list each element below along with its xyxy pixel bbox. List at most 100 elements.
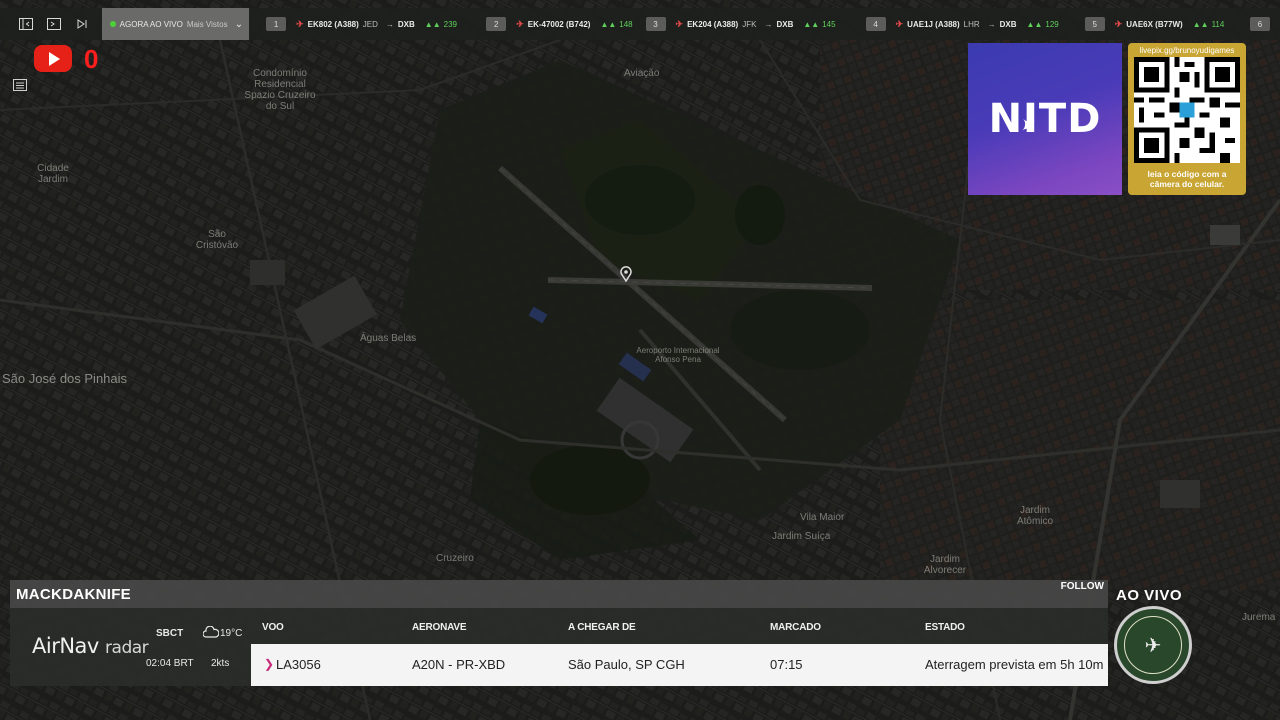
map-label: Águas Belas [360,333,417,344]
route-from: JED [362,19,378,29]
flight-id: EK204 (A388) [687,19,739,29]
top-flight-5[interactable]: 5 ✈ UAE6X (B77W) ▲▲ 114 [1084,8,1250,40]
airport-time: 02:04 BRT [146,658,194,669]
chevron-down-icon: ⌄ [234,18,244,30]
flight-rank: 4 [865,17,886,31]
flight-id: EK-47002 (B742) [527,19,591,29]
route-to: DXB [397,19,415,29]
window-icon[interactable] [40,8,68,40]
map-label: Aeroporto Internacional Afonso Pena [636,346,720,364]
brand-main: AirNav [32,634,99,658]
col-scheduled: MARCADO [770,622,821,633]
airport-temp: 19°C [220,628,243,639]
channel-badge-icon: ✈ [1114,606,1192,684]
live-filter-select[interactable]: AGORA AO VIVO Mais Vistos ⌄ [101,8,250,40]
live-indicator: AO VIVO [1116,587,1183,604]
viewers-icon: ▲▲ [1192,19,1209,29]
col-flight: VOO [262,622,284,633]
flight-id: UAE1J (A388) [907,19,960,29]
airplane-icon: ✈ [895,18,904,29]
flight-row[interactable]: ❯ LA3056 A20N - PR-XBD São Paulo, SP CGH… [251,644,1108,686]
airplane-icon: ✈ [296,18,304,29]
stream-screen: Condomínio Residencial Spazio Cruzeiro d… [0,0,1280,720]
route-to: DXB [776,19,794,29]
brand-sub: radar [105,638,149,658]
viewer-count: 129 [1045,19,1059,29]
airplane-icon: ✈ [1114,18,1123,29]
viewers-icon: ▲▲ [1026,19,1043,29]
col-aircraft: AERONAVE [412,622,467,633]
nitd-logo: NITD ✦ [968,43,1122,195]
map-label: São Cristóvão [195,229,239,251]
route-from: JFK [742,19,757,29]
live-label: AGORA AO VIVO [119,19,183,29]
row-aircraft: A20N - PR-XBD [412,657,506,672]
viewer-count: 148 [619,19,633,29]
list-icon[interactable] [13,78,27,94]
airport-wind: 2kts [211,658,230,669]
route-from: LHR [963,19,980,29]
panel-body: AirNav radar SBCT 02:04 BRT 19°C 2kts VO… [10,608,1108,686]
youtube-count: 0 [84,44,99,74]
top-flight-3[interactable]: 3 ✈ EK204 (A388) JFK → DXB ▲▲ 145 [645,8,866,40]
map-label: Jardim Atômico [1016,505,1054,527]
map-label: Jardim Alvorecer [923,554,967,576]
live-sub-label: Mais Vistos [186,19,228,29]
top-flight-6[interactable]: 6 [1250,8,1280,40]
flight-rank: 6 [1250,17,1271,31]
viewers-icon: ▲▲ [600,19,617,29]
airplane-icon: ✈ [1124,616,1182,674]
row-flight: LA3056 [276,657,321,672]
qr-donation-card[interactable]: livepix.gg/brunoyudigames leia o código … [1128,43,1246,195]
row-scheduled: 07:15 [770,657,803,672]
panel-header: MACKDAKNIFE FOLLOW [10,580,1108,608]
skip-next-icon[interactable] [68,8,96,40]
airnav-radar-logo: AirNav radar [32,634,149,658]
map-label: Aviação [624,68,660,79]
row-status: Aterragem prevista em 5h 10m [925,657,1104,672]
col-origin: A CHEGAR DE [568,622,636,633]
viewer-count: 239 [443,19,457,29]
airline-icon: ❯ [264,657,275,671]
map-label: Cidade Jardim [37,163,69,185]
map-label: Jurema [1242,612,1276,623]
route-to: DXB [999,19,1017,29]
airplane-icon: ✈ [675,18,684,29]
viewers-icon: ▲▲ [424,19,441,29]
col-status: ESTADO [925,622,965,633]
map-label: São José dos Pinhais [2,371,128,386]
map-label: Condomínio Residencial Spazio Cruzeiro d… [244,68,316,112]
arrow-right-icon: → [987,19,996,29]
nitd-logo-text: NITD [988,96,1102,142]
qr-url: livepix.gg/brunoyudigames [1139,46,1235,55]
map-label: Cruzeiro [436,553,474,564]
top-flight-2[interactable]: 2 ✈ EK-47002 (B742) ▲▲ 148 [486,8,645,40]
top-flight-4[interactable]: 4 ✈ UAE1J (A388) LHR → DXB ▲▲ 129 [865,8,1085,40]
flight-rank: 1 [266,17,287,31]
follow-button[interactable]: FOLLOW [1061,581,1104,592]
row-origin: São Paulo, SP CGH [568,657,685,672]
weather-cloud-icon [202,625,220,642]
top-flight-1[interactable]: 1 ✈ EK802 (A388) JED → DXB ▲▲ 239 [266,8,486,40]
username: MACKDAKNIFE [16,586,131,603]
qr-code-icon[interactable] [1134,57,1240,163]
flight-rank: 3 [645,17,666,31]
flight-info-panel: MACKDAKNIFE FOLLOW AirNav radar SBCT 02:… [10,580,1108,686]
arrow-right-icon: → [385,19,394,29]
viewers-icon: ▲▲ [803,19,820,29]
viewer-count: 145 [822,19,836,29]
arrow-right-icon: → [764,19,773,29]
flight-id: EK802 (A388) [307,19,359,29]
location-pin-icon[interactable] [620,266,632,283]
airport-code: SBCT [156,628,184,639]
collapse-sidebar-icon[interactable] [12,8,40,40]
viewer-count: 114 [1211,19,1225,29]
flight-rank: 2 [486,17,507,31]
youtube-icon [34,45,72,72]
map-label: Vila Maior [800,512,845,523]
flight-rank: 5 [1084,17,1105,31]
qr-caption: leia o código com a câmera do celular. [1147,169,1227,189]
airplane-icon: ✈ [516,18,524,29]
live-dot-icon [109,21,116,27]
top-bar: AGORA AO VIVO Mais Vistos ⌄ 1 ✈ EK802 (A… [0,8,1280,40]
